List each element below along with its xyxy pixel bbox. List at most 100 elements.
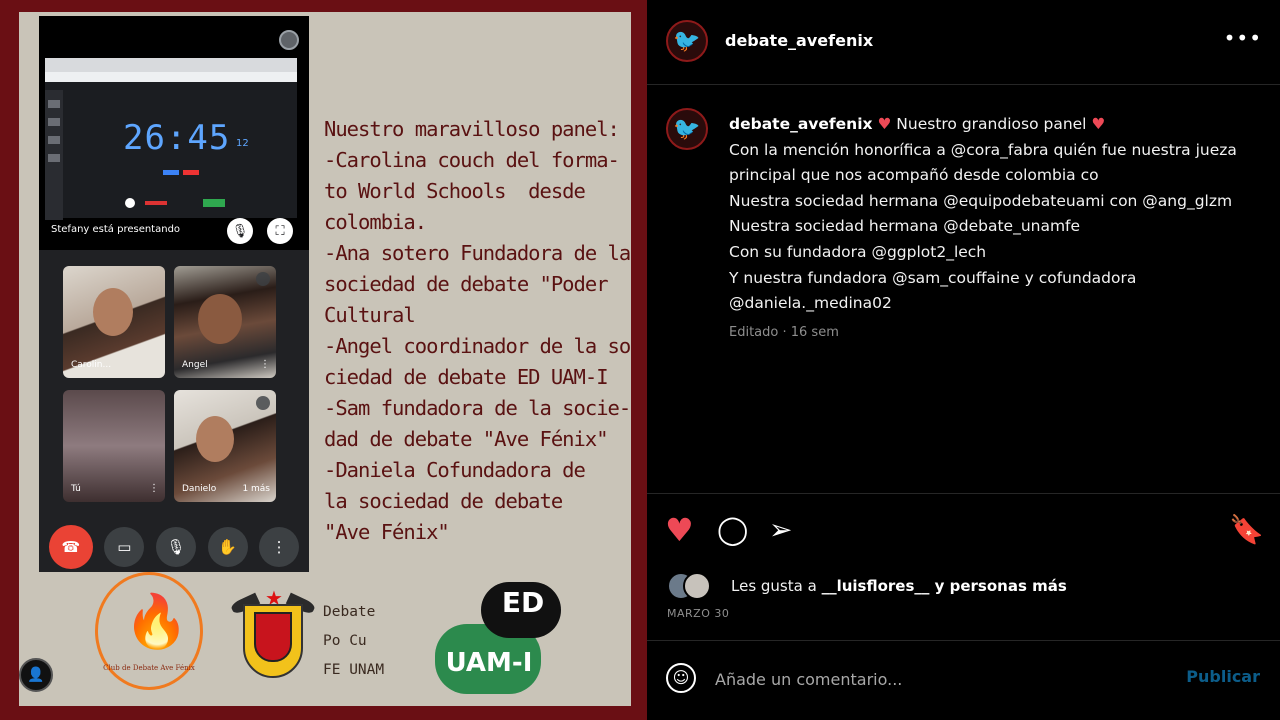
caption-first-line: debate_avefenix ♥ Nuestro grandioso pane…	[729, 112, 1259, 138]
more-horizontal-icon[interactable]: •••	[1224, 26, 1262, 50]
panel-line: la sociedad de debate	[324, 489, 563, 513]
liker-username[interactable]: __luisflores__	[822, 577, 930, 595]
caption-line: Nuestra sociedad hermana @equipodebateua…	[729, 191, 1233, 210]
panel-line: "Ave Fénix"	[324, 520, 450, 544]
caption-line: @daniela._medina02	[729, 294, 892, 313]
caption-title: Nuestro grandioso panel	[891, 115, 1092, 133]
panel-line: dad de debate "Ave Fénix"	[324, 427, 609, 451]
post-image[interactable]: 26:45 12 Stefany está presentando 🎙 ⛶ Ca…	[0, 0, 647, 720]
ed-uami-logo: ED UAM-I	[433, 580, 563, 698]
likes-prefix: Les gusta a	[731, 577, 822, 595]
unam-shield-logo: ★	[229, 586, 317, 682]
header-divider	[647, 84, 1280, 85]
logo-line: FE UNAM	[323, 662, 385, 678]
camera-icon: ▭	[104, 527, 145, 567]
bookmark-icon[interactable]: 🔖	[1229, 512, 1264, 548]
caption: debate_avefenix ♥ Nuestro grandioso pane…	[729, 112, 1259, 317]
panel-line: -Ana sotero Fundadora de la	[324, 241, 631, 265]
presenting-label: Stefany está presentando	[51, 224, 181, 235]
panel-line: Cultural	[324, 303, 416, 327]
logo-caption: Club de Debate Ave Fénix	[103, 664, 195, 672]
shield-inner	[254, 612, 292, 662]
caption-line: Con su fundadora @ggplot2_lech	[729, 242, 987, 261]
header-username[interactable]: debate_avefenix	[725, 31, 873, 50]
participant-name: Danielo	[182, 484, 217, 494]
likes-summary[interactable]: Les gusta a __luisflores__ y personas má…	[731, 577, 1067, 595]
mic-off-icon: 🎙	[227, 218, 253, 244]
app-sidebar	[45, 90, 63, 220]
phoenix-icon: 🔥	[124, 592, 189, 652]
emoji-icon[interactable]: ☺	[666, 663, 696, 693]
more-vertical-icon: ⋮	[149, 483, 159, 494]
participant-face	[93, 288, 133, 336]
hang-up-icon: ☎	[48, 525, 93, 569]
liker-avatars[interactable]	[667, 572, 727, 600]
panel-line: Nuestro maravilloso panel:	[324, 117, 620, 141]
browser-tabbar	[45, 72, 297, 82]
more-participants-label: 1 más	[242, 484, 270, 494]
heart-emoji-icon: ♥	[1091, 115, 1106, 133]
timer-buttons	[163, 170, 199, 175]
participant-tile: Danielo 1 más	[174, 390, 276, 502]
panel-line: -Daniela Cofundadora de	[324, 458, 586, 482]
caption-username[interactable]: debate_avefenix	[729, 115, 873, 133]
timer-seconds: 12	[236, 138, 249, 149]
fullscreen-icon: ⛶	[267, 218, 293, 244]
microphone-icon: 🎙	[155, 527, 196, 567]
panel-line: -Angel coordinador de la so-	[324, 334, 631, 358]
meet-screenshot: 26:45 12 Stefany está presentando 🎙 ⛶ Ca…	[39, 16, 309, 572]
actions-divider	[647, 493, 1280, 494]
panel-line: sociedad de debate "Poder	[324, 272, 609, 296]
logo-line: Debate	[323, 604, 376, 620]
shared-desktop: 26:45 12	[45, 58, 297, 220]
panel-line: ciedad de debate ED UAM-I	[324, 365, 609, 389]
call-controls: ☎ ▭ 🎙 ✋ ⋮	[39, 522, 309, 572]
panel-line: to World Schools desde	[324, 179, 586, 203]
comment-input[interactable]	[715, 664, 1165, 694]
panel-line: -Sam fundadora de la socie-	[324, 396, 631, 420]
caption-line: principal que nos acompañó desde colombi…	[729, 166, 1099, 185]
profile-avatar[interactable]: 🐦	[666, 20, 708, 62]
poster: 26:45 12 Stefany está presentando 🎙 ⛶ Ca…	[19, 12, 631, 706]
caption-avatar[interactable]: 🐦	[666, 108, 708, 150]
post-date: MARZO 30	[667, 607, 730, 620]
mic-off-icon	[256, 272, 270, 286]
panel-line: colombia.	[324, 210, 427, 234]
raise-hand-icon: ✋	[207, 527, 248, 567]
logo-ed-text: ED	[501, 586, 545, 619]
caption-line: Nuestra sociedad hermana @debate_unamfe	[729, 217, 1081, 236]
participant-face	[196, 416, 234, 462]
logo-line: Po Cu	[323, 633, 367, 649]
participant-face	[198, 294, 242, 344]
publish-button[interactable]: Publicar	[1186, 667, 1260, 686]
comment-icon[interactable]: ◯	[717, 512, 748, 548]
pin-icon	[279, 30, 299, 50]
more-vertical-icon: ⋮	[259, 527, 300, 567]
likes-suffix[interactable]: y personas más	[929, 577, 1067, 595]
participant-tile: Angel ⋮	[174, 266, 276, 378]
more-vertical-icon: ⋮	[260, 359, 270, 370]
caption-line: Con la mención honorífica a @cora_fabra …	[729, 140, 1237, 159]
post-sidebar: 🐦 debate_avefenix ••• 🐦 debate_avefenix …	[647, 0, 1280, 720]
participant-name: Angel	[182, 360, 208, 370]
panel-description: Nuestro maravilloso panel: -Carolina cou…	[324, 114, 631, 548]
timer-widgets	[125, 198, 225, 208]
panel-line: -Carolina couch del forma-	[324, 148, 620, 172]
ave-fenix-logo: 🔥 Club de Debate Ave Fénix	[95, 572, 203, 690]
timer: 26:45	[123, 118, 231, 158]
caption-meta: Editado · 16 sem	[729, 325, 839, 340]
share-icon[interactable]: ➢	[769, 512, 792, 548]
comment-divider	[647, 640, 1280, 641]
participant-name: Carolin...	[71, 360, 112, 370]
user-profile-icon[interactable]: 👤	[19, 658, 53, 692]
caption-line: Y nuestra fundadora @sam_couffaine y cof…	[729, 268, 1137, 287]
screen-share: 26:45 12 Stefany está presentando 🎙 ⛶	[39, 16, 309, 250]
heart-icon[interactable]: ♥	[665, 512, 694, 548]
participant-tile: Carolin...	[63, 266, 165, 378]
mic-off-icon	[256, 396, 270, 410]
heart-emoji-icon: ♥	[877, 115, 892, 133]
logo-uami-text: UAM-I	[445, 648, 533, 678]
avatar	[683, 572, 711, 600]
debate-pocu-logo: Debate Po Cu FE UNAM	[323, 598, 384, 685]
participant-tile: Tú ⋮	[63, 390, 165, 502]
